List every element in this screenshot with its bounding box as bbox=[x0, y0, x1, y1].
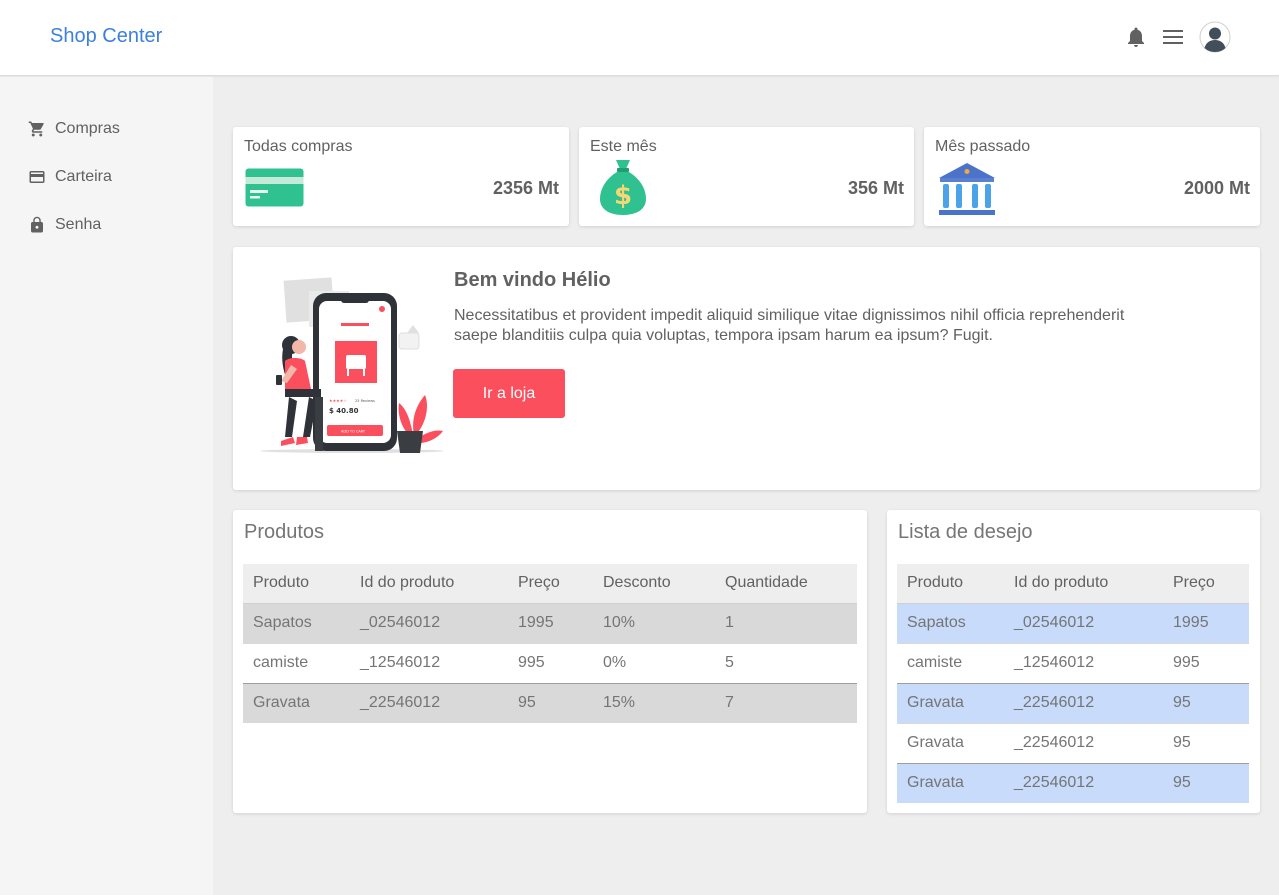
bell-icon[interactable] bbox=[1124, 21, 1148, 53]
table-cell: Sapatos bbox=[243, 603, 350, 643]
table-cell: 95 bbox=[1163, 762, 1249, 803]
table-cell: 15% bbox=[593, 682, 715, 723]
go-to-shop-button[interactable]: Ir a loja bbox=[453, 369, 565, 418]
lock-icon bbox=[31, 216, 43, 233]
table-cell: _12546012 bbox=[1004, 642, 1163, 683]
stat-value: 2000 Mt bbox=[1183, 178, 1250, 198]
table-cell: 5 bbox=[715, 642, 857, 683]
wishlist-card: Lista de desejo Produto Id do produto Pr… bbox=[887, 510, 1260, 813]
table-row[interactable]: Gravata _22546012 95 bbox=[897, 682, 1249, 723]
column-header[interactable]: Preço bbox=[508, 564, 593, 604]
column-header[interactable]: Id do produto bbox=[350, 564, 508, 604]
table-cell: Gravata bbox=[243, 682, 350, 723]
table-cell: _02546012 bbox=[350, 603, 508, 643]
illustration-reviews: 25 Reviews bbox=[355, 399, 375, 403]
table-cell: 10% bbox=[593, 603, 715, 643]
welcome-card: ★★★★☆ 25 Reviews $ 40.80 ADD TO CART Bem… bbox=[233, 247, 1260, 490]
table-row[interactable]: camiste _12546012 995 bbox=[897, 642, 1249, 683]
table-cell: _02546012 bbox=[1004, 603, 1163, 643]
stat-title: Este mês bbox=[590, 138, 657, 155]
credit-card-icon bbox=[29, 171, 45, 183]
sidebar-item-label: Compras bbox=[55, 120, 120, 137]
column-header[interactable]: Preço bbox=[1163, 564, 1249, 604]
table-cell: 1 bbox=[715, 603, 857, 643]
table-cell: Gravata bbox=[897, 762, 1004, 803]
column-header[interactable]: Id do produto bbox=[1004, 564, 1163, 604]
illustration-cart-button: ADD TO CART bbox=[341, 430, 366, 434]
sidebar-item-senha[interactable]: Senha bbox=[28, 213, 101, 237]
table-cell: 0% bbox=[593, 642, 715, 683]
wishlist-table: Produto Id do produto Preço Sapatos _025… bbox=[897, 564, 1249, 803]
stat-title: Mês passado bbox=[935, 138, 1031, 155]
table-cell: 7 bbox=[715, 682, 857, 723]
table-cell: 95 bbox=[1163, 722, 1249, 763]
table-row[interactable]: Gravata _22546012 95 bbox=[897, 762, 1249, 803]
table-cell: 995 bbox=[508, 642, 593, 683]
bank-icon bbox=[939, 163, 995, 215]
table-cell: _22546012 bbox=[1004, 682, 1163, 723]
brand-logo[interactable]: Shop Center bbox=[50, 25, 162, 48]
table-cell: Sapatos bbox=[897, 603, 1004, 643]
table-cell: camiste bbox=[243, 642, 350, 683]
table-cell: _12546012 bbox=[350, 642, 508, 683]
money-bag-icon: $ bbox=[600, 160, 646, 215]
sidebar-item-label: Senha bbox=[55, 216, 102, 233]
svg-text:$: $ bbox=[614, 181, 632, 211]
table-cell: 95 bbox=[1163, 682, 1249, 723]
products-table: Produto Id do produto Preço Desconto Qua… bbox=[243, 564, 857, 723]
stat-value: 356 Mt bbox=[847, 178, 904, 198]
welcome-title: Bem vindo Hélio bbox=[454, 269, 611, 291]
column-header[interactable]: Desconto bbox=[593, 564, 715, 604]
avatar[interactable] bbox=[1199, 21, 1231, 53]
stat-value: 2356 Mt bbox=[492, 178, 559, 198]
products-card: Produtos Produto Id do produto Preço Des… bbox=[233, 510, 867, 813]
table-cell: _22546012 bbox=[1004, 722, 1163, 763]
table-row[interactable]: Gravata _22546012 95 15% 7 bbox=[243, 682, 857, 723]
stat-card-this-month: Este mês $ 356 Mt bbox=[579, 127, 914, 226]
table-cell: Gravata bbox=[897, 682, 1004, 723]
table-cell: _22546012 bbox=[350, 682, 508, 723]
top-bar: Shop Center bbox=[0, 0, 1279, 76]
table-row[interactable]: Sapatos _02546012 1995 10% 1 bbox=[243, 603, 857, 643]
top-actions bbox=[1124, 21, 1231, 53]
menu-icon[interactable] bbox=[1161, 21, 1185, 53]
table-cell: _22546012 bbox=[1004, 762, 1163, 803]
credit-card-icon bbox=[245, 168, 304, 207]
table-row[interactable]: Sapatos _02546012 1995 bbox=[897, 603, 1249, 643]
wishlist-title: Lista de desejo bbox=[898, 521, 1033, 543]
table-header-row: Produto Id do produto Preço bbox=[897, 564, 1249, 604]
cart-icon bbox=[28, 121, 44, 137]
table-cell: Gravata bbox=[897, 722, 1004, 763]
column-header[interactable]: Produto bbox=[243, 564, 350, 604]
sidebar-item-compras[interactable]: Compras bbox=[28, 117, 120, 141]
column-header[interactable]: Produto bbox=[897, 564, 1004, 604]
sidebar-item-label: Carteira bbox=[55, 168, 112, 185]
table-row[interactable]: camiste _12546012 995 0% 5 bbox=[243, 642, 857, 683]
stat-card-total: Todas compras 2356 Mt bbox=[233, 127, 569, 226]
table-row[interactable]: Gravata _22546012 95 bbox=[897, 722, 1249, 763]
stat-title: Todas compras bbox=[244, 138, 353, 155]
sidebar-item-carteira[interactable]: Carteira bbox=[28, 165, 112, 189]
table-cell: 95 bbox=[508, 682, 593, 723]
column-header[interactable]: Quantidade bbox=[715, 564, 857, 604]
stat-card-last-month: Mês passado 2000 Mt bbox=[924, 127, 1260, 226]
products-title: Produtos bbox=[244, 521, 325, 543]
sidebar: Compras Carteira Senha bbox=[0, 77, 213, 895]
svg-text:★★★★☆: ★★★★☆ bbox=[329, 398, 347, 403]
table-cell: 995 bbox=[1163, 642, 1249, 683]
shopping-illustration: ★★★★☆ 25 Reviews $ 40.80 ADD TO CART bbox=[260, 277, 444, 453]
welcome-text: Necessitatibus et provident impedit aliq… bbox=[454, 307, 1125, 344]
illustration-price: $ 40.80 bbox=[329, 407, 359, 415]
table-cell: camiste bbox=[897, 642, 1004, 683]
table-cell: 1995 bbox=[508, 603, 593, 643]
table-cell: 1995 bbox=[1163, 603, 1249, 643]
table-header-row: Produto Id do produto Preço Desconto Qua… bbox=[243, 564, 857, 604]
